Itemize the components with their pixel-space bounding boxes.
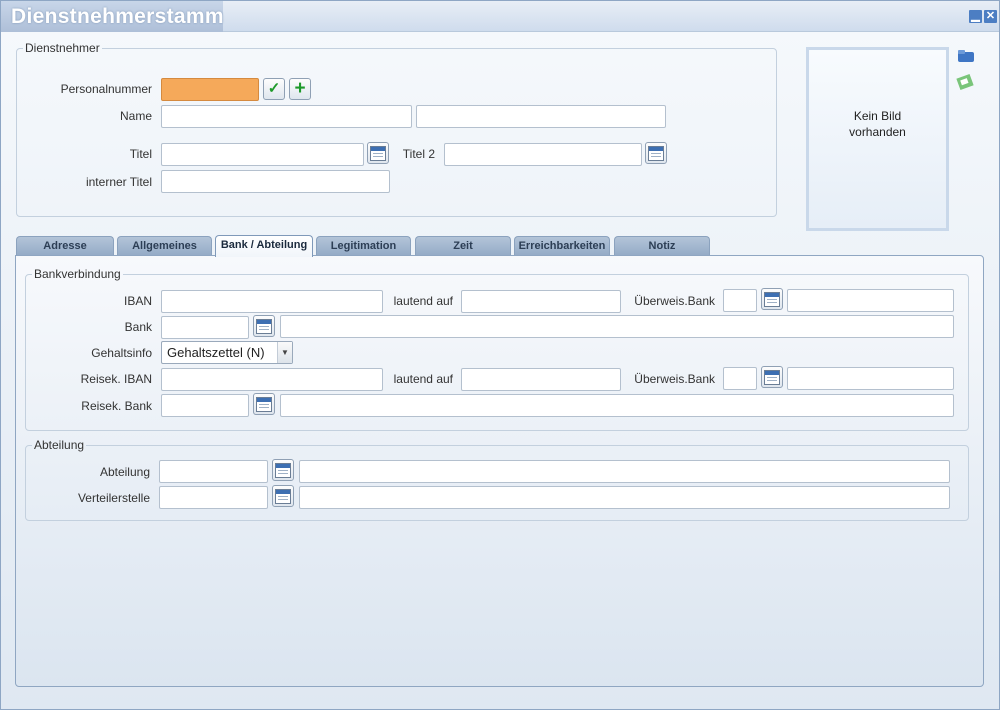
gehaltsinfo-select[interactable]: Gehaltszettel (N) ▼ (161, 341, 293, 364)
verteilerstelle-name-input[interactable] (299, 486, 950, 509)
close-button[interactable]: ✕ (984, 10, 997, 23)
add-button[interactable]: + (289, 78, 311, 100)
interner-titel-label: interner Titel (85, 175, 152, 189)
reisek-lautend-auf-input[interactable] (461, 368, 621, 391)
ueberweis-bank-label: Überweis.Bank (634, 294, 715, 308)
calendar-list-icon (256, 396, 272, 412)
bank-name-input[interactable] (280, 315, 954, 338)
reisek-bank-lookup-button[interactable] (253, 393, 275, 415)
calendar-list-icon (275, 488, 291, 504)
tab-zeit[interactable]: Zeit (415, 236, 511, 256)
window-title: Dienstnehmerstamm (1, 1, 224, 32)
titel-lookup-button[interactable] (367, 142, 389, 164)
titel2-lookup-button[interactable] (645, 142, 667, 164)
gehaltsinfo-label: Gehaltsinfo (91, 346, 152, 360)
dienstnehmerstamm-window: Dienstnehmerstamm ▁ ✕ Dienstnehmer Perso… (0, 0, 1000, 710)
tab-adresse[interactable]: Adresse (16, 236, 114, 256)
folder-icon[interactable] (957, 49, 975, 66)
delete-image-icon[interactable] (956, 73, 974, 94)
tab-bank-abteilung[interactable]: Bank / Abteilung (215, 235, 313, 257)
verteilerstelle-label: Verteilerstelle (77, 491, 150, 505)
chevron-down-icon[interactable]: ▼ (277, 342, 292, 363)
tab-allgemeines[interactable]: Allgemeines (117, 236, 212, 256)
confirm-button[interactable]: ✓ (263, 78, 285, 100)
personalnummer-label: Personalnummer (60, 82, 152, 96)
photo-placeholder[interactable]: Kein Bild vorhanden (806, 47, 949, 231)
tab-legitimation[interactable]: Legitimation (316, 236, 411, 256)
abteilung-name-input[interactable] (299, 460, 950, 483)
reisek-bank-code-input[interactable] (161, 394, 249, 417)
plus-icon: + (294, 78, 306, 99)
reisek-ueberweis-bank-name-input[interactable] (787, 367, 954, 390)
calendar-list-icon (764, 291, 780, 307)
reisek-iban-label: Reisek. IBAN (80, 372, 152, 386)
name-first-input[interactable] (161, 105, 412, 128)
reisek-bank-label: Reisek. Bank (81, 399, 152, 413)
reisek-lautend-auf-label: lautend auf (393, 372, 453, 386)
abteilung-lookup-button[interactable] (272, 459, 294, 481)
abteilung-legend: Abteilung (34, 438, 85, 452)
calendar-list-icon (764, 369, 780, 385)
title-bar: Dienstnehmerstamm ▁ ✕ (1, 1, 999, 32)
personalnummer-input[interactable] (161, 78, 259, 101)
abteilung-label: Abteilung (99, 465, 150, 479)
iban-input[interactable] (161, 290, 383, 313)
lautend-auf-label: lautend auf (393, 294, 453, 308)
reisek-ueberweis-bank-code-input[interactable] (723, 367, 757, 390)
ueberweis-bank-lookup-button[interactable] (761, 288, 783, 310)
bank-code-input[interactable] (161, 316, 249, 339)
interner-titel-input[interactable] (161, 170, 390, 193)
photo-text-line2: vorhanden (849, 125, 906, 139)
titel-input[interactable] (161, 143, 364, 166)
calendar-list-icon (370, 145, 386, 161)
calendar-list-icon (275, 462, 291, 478)
verteilerstelle-lookup-button[interactable] (272, 485, 294, 507)
calendar-list-icon (256, 318, 272, 334)
titel-label: Titel (129, 147, 152, 161)
verteilerstelle-code-input[interactable] (159, 486, 268, 509)
bank-label: Bank (124, 320, 152, 334)
tab-erreichbarkeiten[interactable]: Erreichbarkeiten (514, 236, 610, 256)
name-label: Name (119, 109, 152, 123)
photo-text-line1: Kein Bild (853, 109, 902, 123)
iban-label: IBAN (123, 294, 152, 308)
bank-lookup-button[interactable] (253, 315, 275, 337)
name-last-input[interactable] (416, 105, 666, 128)
minimize-button[interactable]: ▁ (969, 10, 982, 23)
titel2-input[interactable] (444, 143, 642, 166)
ueberweis-bank-code-input[interactable] (723, 289, 757, 312)
ueberweis-bank-name-input[interactable] (787, 289, 954, 312)
reisek-bank-name-input[interactable] (280, 394, 954, 417)
check-icon: ✓ (267, 80, 281, 97)
bankverbindung-legend: Bankverbindung (34, 267, 121, 281)
abteilung-code-input[interactable] (159, 460, 268, 483)
reisek-ueberweis-bank-label: Überweis.Bank (634, 372, 715, 386)
dienstnehmer-legend: Dienstnehmer (25, 41, 100, 55)
reisek-ueberweis-bank-lookup-button[interactable] (761, 366, 783, 388)
titel2-label: Titel 2 (402, 147, 435, 161)
reisek-iban-input[interactable] (161, 368, 383, 391)
gehaltsinfo-value: Gehaltszettel (N) (167, 345, 265, 360)
calendar-list-icon (648, 145, 664, 161)
tab-notiz[interactable]: Notiz (614, 236, 710, 256)
lautend-auf-input[interactable] (461, 290, 621, 313)
